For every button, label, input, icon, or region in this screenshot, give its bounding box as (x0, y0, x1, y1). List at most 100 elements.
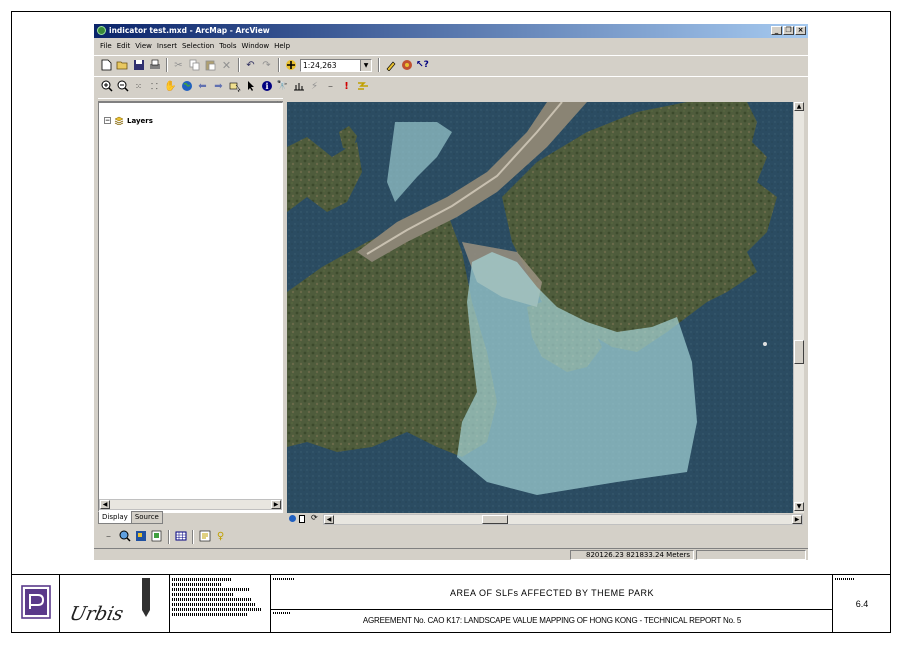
report-field-tag (273, 612, 291, 614)
redo-icon[interactable]: ↷ (260, 59, 273, 72)
layer-properties-icon[interactable] (198, 530, 211, 543)
menu-selection[interactable]: Selection (182, 42, 214, 50)
title-bar[interactable]: indicator test.mxd - ArcMap - ArcView _ … (94, 24, 808, 38)
scroll-left-icon[interactable]: ◀ (324, 515, 334, 524)
cut-icon[interactable]: ✂ (172, 59, 185, 72)
copy-icon[interactable] (188, 59, 201, 72)
map-view[interactable] (287, 102, 793, 513)
arctoolbox-icon[interactable] (400, 59, 413, 72)
consultant-fine-print (172, 578, 268, 616)
toolbar-separator (168, 529, 170, 544)
identify-icon[interactable]: i (260, 80, 273, 93)
map-vertical-scrollbar[interactable]: ▲ ▼ (793, 102, 804, 513)
vertical-scroll-thumb[interactable] (794, 340, 804, 364)
toc-layers-label: Layers (127, 116, 153, 125)
hyperlink-lightning-icon[interactable]: ⚡ (308, 80, 321, 93)
map-scale-value: 1:24,263 (303, 60, 337, 70)
restore-button[interactable]: ❐ (783, 26, 794, 35)
minimize-button[interactable]: _ (771, 26, 782, 35)
aerial-photo-map[interactable] (287, 102, 793, 513)
collapse-icon[interactable]: − (104, 117, 111, 124)
menu-view[interactable]: View (135, 42, 152, 50)
paste-icon[interactable] (204, 59, 217, 72)
fixed-zoom-out-icon[interactable]: ⸬ (148, 80, 161, 93)
globe-app-icon (97, 26, 106, 35)
find-binoculars-icon[interactable]: 🔭 (276, 80, 289, 93)
company-monogram-logo (21, 585, 51, 619)
back-arrow-icon[interactable]: ⬅ (196, 80, 209, 93)
select-elements-arrow-icon[interactable] (244, 80, 257, 93)
select-features-icon[interactable] (228, 80, 241, 93)
horizontal-scroll-thumb[interactable] (482, 515, 508, 524)
tab-source[interactable]: Source (130, 511, 163, 524)
toolbar-separator (192, 529, 194, 544)
status-panel-empty (696, 550, 806, 560)
magnifier-window-icon[interactable] (118, 530, 131, 543)
menu-window[interactable]: Window (242, 42, 270, 50)
logo-cell-urbis: Urbis (60, 575, 170, 632)
layout-view-icon[interactable] (299, 515, 305, 523)
attribute-table-icon[interactable] (174, 530, 187, 543)
save-icon[interactable] (132, 59, 145, 72)
menu-help[interactable]: Help (274, 42, 290, 50)
close-button[interactable]: × (795, 26, 806, 35)
undo-icon[interactable]: ↶ (244, 59, 257, 72)
zoom-out-icon[interactable] (116, 80, 129, 93)
menu-file[interactable]: File (100, 42, 112, 50)
add-xy-data-icon[interactable] (356, 80, 369, 93)
new-document-icon[interactable] (100, 59, 113, 72)
coordinate-readout: 820126.23 821833.24 Meters (570, 550, 694, 560)
scroll-up-icon[interactable]: ▲ (794, 102, 804, 111)
logo-cell-left (12, 575, 60, 632)
scroll-left-icon[interactable]: ◀ (100, 500, 110, 509)
chevron-down-icon[interactable]: ▼ (360, 59, 371, 71)
consultant-info-cell (170, 575, 271, 632)
tab-display[interactable]: Display (98, 511, 132, 524)
viewer-window-icon[interactable] (150, 530, 163, 543)
figure-number: 6.4 (855, 599, 869, 609)
status-bar: 820126.23 821833.24 Meters (94, 548, 808, 560)
editor-toolbar-icon[interactable] (384, 59, 397, 72)
draw-toolbar: ⎯ ♀ (94, 528, 808, 545)
whats-this-help-icon[interactable]: ↖? (416, 59, 429, 72)
toolbar-separator (378, 58, 380, 72)
pin-icon[interactable]: ♀ (214, 530, 227, 543)
refresh-icon[interactable]: ⟳ (311, 513, 318, 522)
svg-text:i: i (265, 81, 268, 91)
zoom-in-icon[interactable] (100, 80, 113, 93)
scroll-right-icon[interactable]: ▶ (271, 500, 281, 509)
map-horizontal-scrollbar[interactable]: ◀ ▶ (323, 514, 803, 525)
overview-window-icon[interactable] (134, 530, 147, 543)
print-icon[interactable] (148, 59, 161, 72)
alert-exclamation-icon[interactable]: ! (340, 80, 353, 93)
brush-stamp-icon (142, 578, 150, 617)
map-scale-dropdown[interactable]: 1:24,263 ▼ (300, 58, 372, 72)
menu-edit[interactable]: Edit (117, 42, 131, 50)
title-block: Urbis AREA OF SLFs AFFECTED BY THEME PAR… (11, 574, 891, 633)
toc-tabs: Display Source (98, 511, 163, 524)
map-bottom-bar: ⟳ ◀ ▶ (287, 513, 804, 525)
toolbar-separator (278, 58, 280, 72)
scroll-right-icon[interactable]: ▶ (792, 515, 802, 524)
toc-horizontal-scrollbar[interactable]: ◀ ▶ (99, 499, 282, 510)
open-folder-icon[interactable] (116, 59, 129, 72)
delete-icon[interactable]: ✕ (220, 59, 233, 72)
measure-icon[interactable] (292, 80, 305, 93)
full-extent-globe-icon[interactable] (180, 80, 193, 93)
urbis-logo-text: Urbis (67, 603, 126, 625)
figure-field-tag (835, 578, 855, 580)
title-field-tag (273, 578, 295, 580)
menu-tools[interactable]: Tools (219, 42, 236, 50)
dock-handle-icon[interactable]: ⎯ (102, 530, 115, 543)
scroll-down-icon[interactable]: ▼ (794, 502, 804, 511)
window-title: indicator test.mxd - ArcMap - ArcView (109, 26, 270, 35)
forward-arrow-icon[interactable]: ➡ (212, 80, 225, 93)
fixed-zoom-in-icon[interactable]: ⁙ (132, 80, 145, 93)
pan-hand-icon[interactable]: ✋ (164, 80, 177, 93)
route-tool-icon[interactable]: ⎯ (324, 80, 337, 93)
toc-layers-node[interactable]: − Layers (104, 116, 153, 125)
add-data-icon[interactable] (284, 59, 297, 72)
layers-stack-icon (114, 116, 124, 125)
data-view-icon[interactable] (289, 515, 296, 522)
menu-insert[interactable]: Insert (157, 42, 177, 50)
